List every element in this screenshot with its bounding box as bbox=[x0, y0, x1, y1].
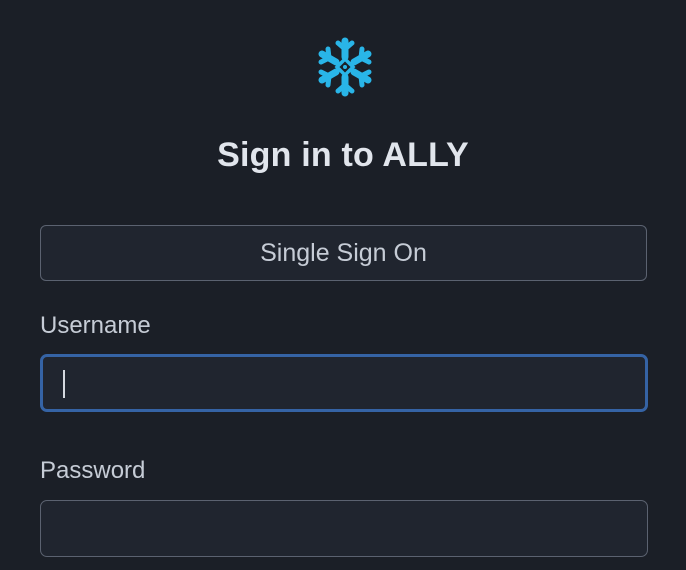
username-label: Username bbox=[40, 312, 151, 339]
username-field-wrapper bbox=[40, 354, 648, 412]
single-sign-on-label: Single Sign On bbox=[260, 238, 427, 267]
snowflake-icon bbox=[318, 37, 372, 97]
login-page: Sign in to ALLY Single Sign On Username … bbox=[0, 0, 686, 570]
page-title: Sign in to ALLY bbox=[217, 136, 469, 174]
password-input[interactable] bbox=[41, 501, 647, 556]
password-label: Password bbox=[40, 457, 146, 484]
password-field-wrapper bbox=[40, 500, 648, 557]
username-input[interactable] bbox=[43, 357, 645, 409]
single-sign-on-button[interactable]: Single Sign On bbox=[40, 225, 647, 281]
text-caret bbox=[63, 370, 65, 398]
